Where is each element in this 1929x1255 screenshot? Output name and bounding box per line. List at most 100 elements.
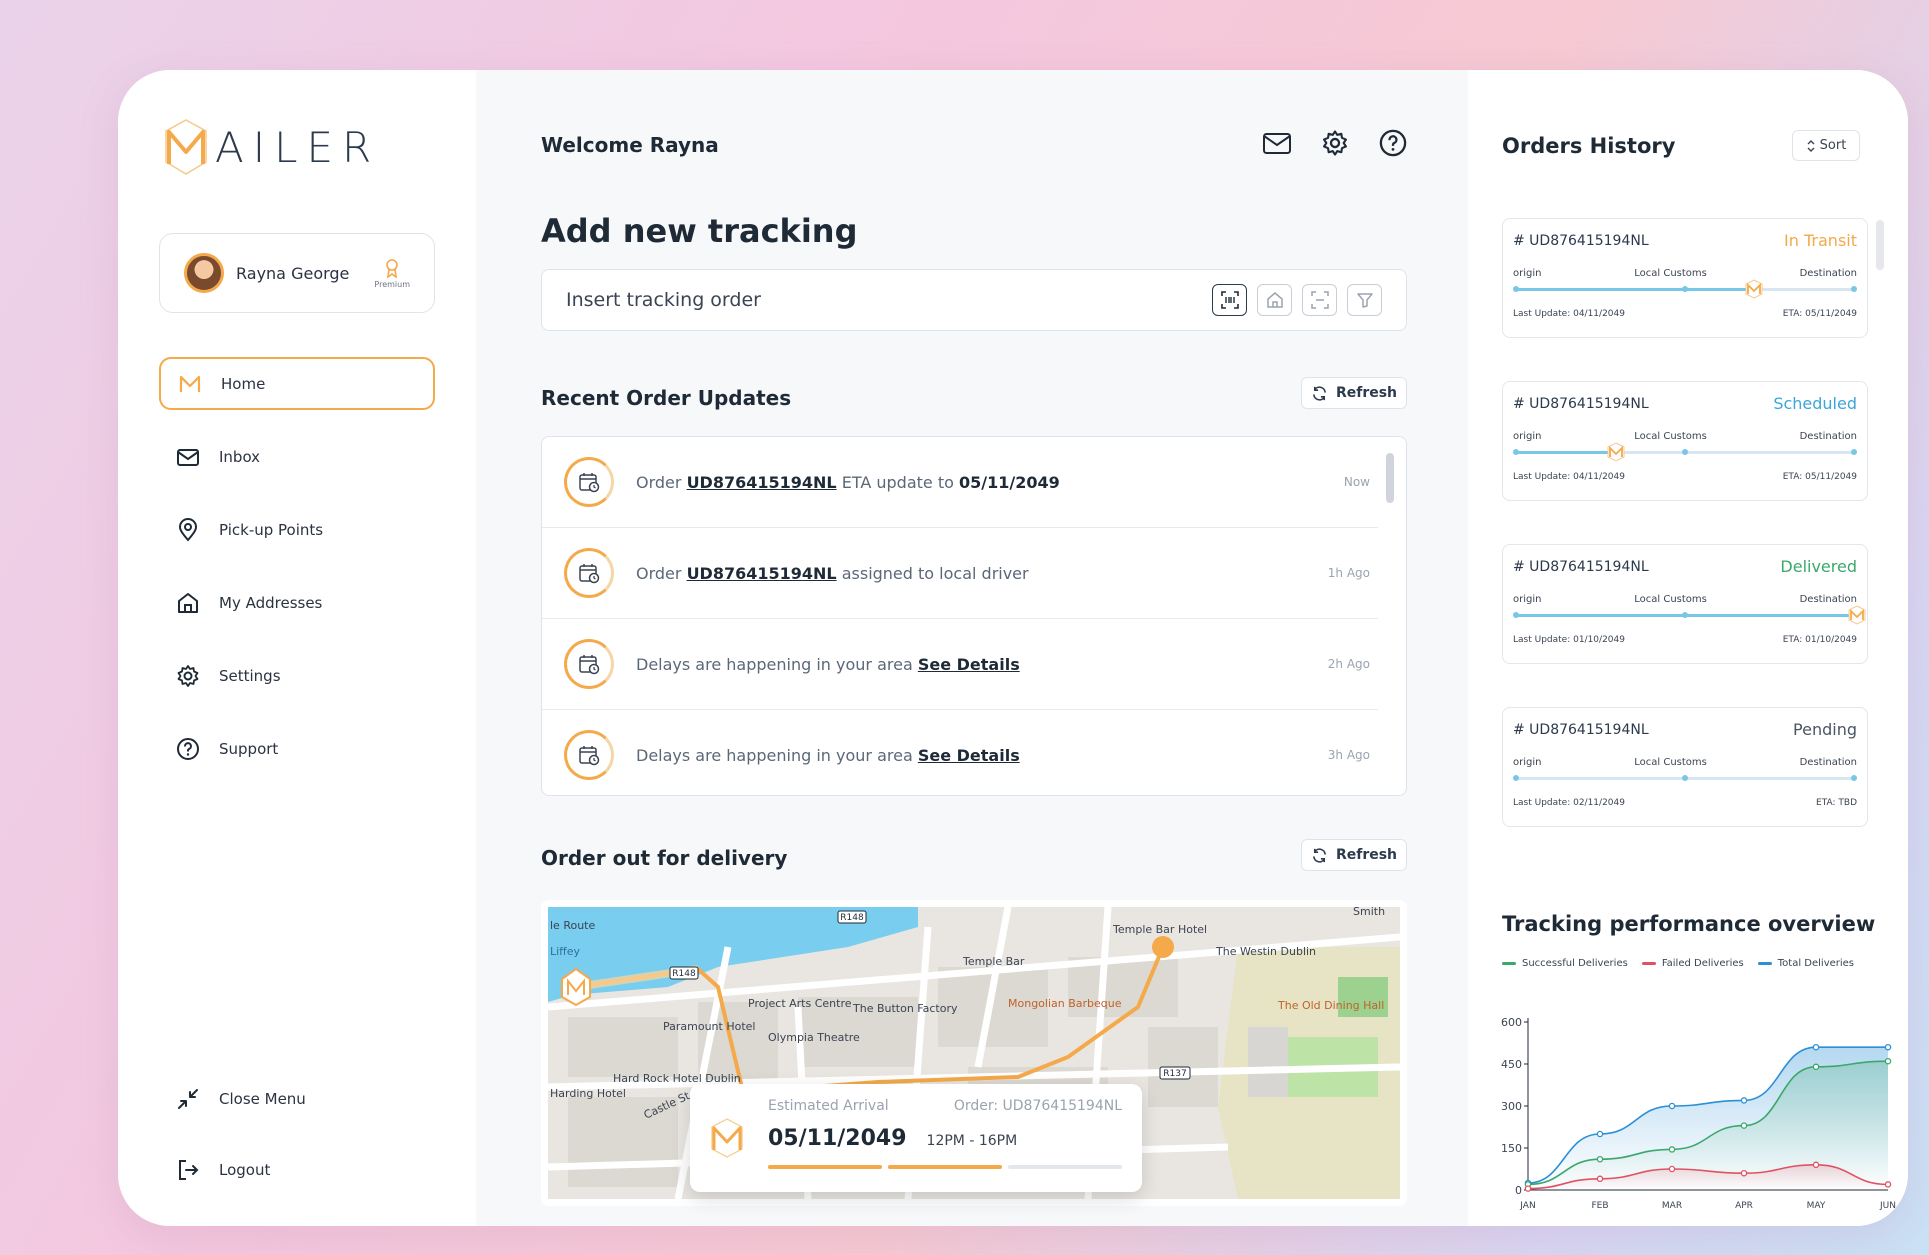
order-id: # UD876415194NL (1513, 721, 1649, 738)
order-eta: ETA: 05/11/2049 (1782, 472, 1857, 482)
logout-button[interactable]: Logout (159, 1143, 435, 1196)
order-card-footer: Last Update: 02/11/2049 ETA: TBD (1513, 798, 1857, 808)
stage-dot (1851, 286, 1857, 292)
chart-legend: Successful Deliveries Failed Deliveries … (1502, 958, 1854, 969)
list-item[interactable]: Delays are happening in your area See De… (542, 710, 1378, 795)
order-progress (1513, 605, 1866, 627)
update-text: Order UD876415194NL ETA update to 05/11/… (636, 473, 1344, 492)
stage-origin: origin (1513, 594, 1542, 605)
update-prefix: Delays are happening in your area (636, 654, 918, 674)
last-update: Last Update: 04/11/2049 (1513, 472, 1625, 482)
nav-item-pickup-points[interactable]: Pick-up Points (159, 503, 435, 556)
list-item[interactable]: Order UD876415194NL ETA update to 05/11/… (542, 437, 1378, 528)
stage-dot (1682, 612, 1688, 618)
order-card-header: # UD876415194NL In Transit (1513, 231, 1857, 250)
see-details-link[interactable]: See Details (918, 655, 1020, 674)
user-card[interactable]: Rayna George Premium (159, 233, 435, 313)
map-label-mongolian: Mongolian Barbeque (1008, 997, 1122, 1010)
x-tick-label: MAY (1807, 1201, 1826, 1211)
stage-origin: origin (1513, 757, 1542, 768)
map-pin-icon (178, 517, 198, 542)
scan-qr-button[interactable] (1302, 284, 1337, 316)
stage-dot (1513, 612, 1519, 618)
stage-dot (1513, 449, 1519, 455)
refresh-updates-button[interactable]: Refresh (1301, 377, 1407, 409)
qr-scan-icon (1310, 291, 1329, 309)
map-label-r148b: R148 (672, 969, 696, 979)
refresh-delivery-button[interactable]: Refresh (1301, 839, 1407, 871)
nav-label: Logout (219, 1160, 271, 1179)
progress-fill (1515, 451, 1615, 454)
nav-label: Home (221, 374, 266, 393)
nav-item-home[interactable]: Home (159, 357, 435, 410)
y-tick-label: 0 (1515, 1184, 1522, 1197)
legend-item: Successful Deliveries (1502, 958, 1628, 969)
scan-barcode-button[interactable] (1212, 284, 1247, 316)
mailer-logo-icon (711, 1118, 743, 1158)
nav-item-support[interactable]: Support (159, 722, 435, 775)
stage-customs: Local Customs (1634, 268, 1707, 279)
order-card[interactable]: # UD876415194NL In Transit origin Local … (1502, 218, 1868, 338)
x-tick-label: JAN (1519, 1201, 1535, 1211)
tracking-input[interactable] (566, 289, 1212, 311)
brand-logo[interactable]: AILER (163, 118, 380, 176)
delivery-title: Order out for delivery (541, 846, 788, 870)
arrival-date: 05/11/2049 (768, 1126, 907, 1151)
nav-item-my-addresses[interactable]: My Addresses (159, 576, 435, 629)
update-middle: assigned to local driver (836, 563, 1029, 583)
close-menu-button[interactable]: Close Menu (159, 1072, 435, 1125)
mailer-logo-icon (179, 375, 201, 392)
header-actions (1262, 128, 1408, 158)
list-item[interactable]: Delays are happening in your area See De… (542, 619, 1378, 710)
performance-chart[interactable]: 0 150 300 450 600 JAN FEB MAR APR MAY JUN (1488, 990, 1898, 1220)
order-card[interactable]: # UD876415194NL Pending origin Local Cus… (1502, 707, 1868, 827)
arrival-card[interactable]: Estimated Arrival Order: UD876415194NL 0… (690, 1084, 1142, 1192)
nav-label: Close Menu (219, 1089, 306, 1108)
map-label-old-dining: The Old Dining Hall (1277, 999, 1384, 1012)
help-icon[interactable] (1378, 128, 1408, 158)
map-label-project-arts: Project Arts Centre (748, 997, 852, 1010)
input-tools (1212, 284, 1382, 316)
order-status: Pending (1793, 720, 1857, 739)
arrival-window: 12PM - 16PM (926, 1133, 1018, 1149)
nav-item-settings[interactable]: Settings (159, 649, 435, 702)
premium-badge: Premium (374, 258, 410, 289)
last-update: Last Update: 01/10/2049 (1513, 635, 1625, 645)
data-point (1812, 1161, 1820, 1169)
map-label-paramount: Paramount Hotel (663, 1020, 755, 1033)
refresh-label: Refresh (1335, 847, 1398, 863)
data-point (1596, 1130, 1604, 1138)
address-button[interactable] (1257, 284, 1292, 316)
order-card[interactable]: # UD876415194NL Delivered origin Local C… (1502, 544, 1868, 664)
orders-scrollbar[interactable] (1876, 220, 1884, 270)
arrival-header: Estimated Arrival Order: UD876415194NL (768, 1098, 1122, 1114)
list-item[interactable]: Order UD876415194NL assigned to local dr… (542, 528, 1378, 619)
y-tick-label: 300 (1501, 1100, 1522, 1113)
last-update: Last Update: 04/11/2049 (1513, 309, 1625, 319)
nav-item-inbox[interactable]: Inbox (159, 430, 435, 483)
refresh-icon (1312, 847, 1326, 863)
gear-icon[interactable] (1320, 128, 1350, 158)
update-text: Order UD876415194NL assigned to local dr… (636, 564, 1328, 583)
update-text: Delays are happening in your area See De… (636, 746, 1328, 765)
order-progress (1513, 770, 1857, 790)
order-card-header: # UD876415194NL Scheduled (1513, 394, 1857, 413)
order-link[interactable]: UD876415194NL (687, 564, 837, 583)
mail-icon[interactable] (1262, 128, 1292, 158)
order-eta: ETA: 05/11/2049 (1782, 309, 1857, 319)
updates-scrollbar[interactable] (1386, 453, 1394, 503)
see-details-link[interactable]: See Details (918, 746, 1020, 765)
update-time: Now (1343, 475, 1370, 489)
legend-label: Successful Deliveries (1522, 958, 1628, 969)
sort-button[interactable]: Sort (1792, 130, 1860, 161)
data-point (1668, 1165, 1676, 1173)
order-id: # UD876415194NL (1513, 395, 1649, 412)
order-link[interactable]: UD876415194NL (687, 473, 837, 492)
order-card-header: # UD876415194NL Delivered (1513, 557, 1857, 576)
order-card[interactable]: # UD876415194NL Scheduled origin Local C… (1502, 381, 1868, 501)
filter-button[interactable] (1347, 284, 1382, 316)
order-card-footer: Last Update: 04/11/2049 ETA: 05/11/2049 (1513, 472, 1857, 482)
order-stage-labels: origin Local Customs Destination (1513, 268, 1857, 279)
award-icon (386, 258, 398, 278)
progress-fill (1515, 288, 1752, 291)
